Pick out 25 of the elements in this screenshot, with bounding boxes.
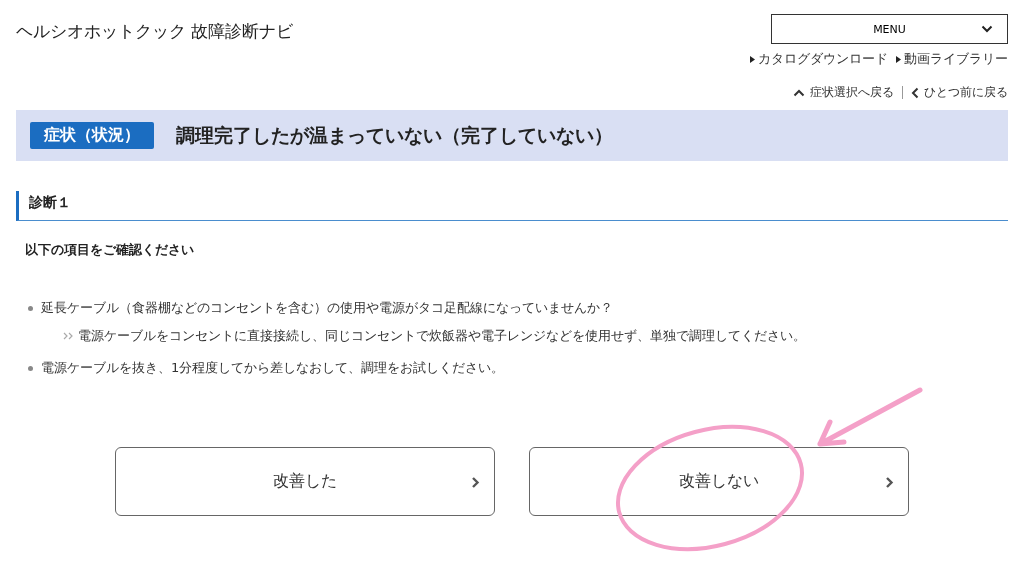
back-link[interactable]: ひとつ前に戻る [911,84,1008,101]
back-link[interactable]: 症状選択へ戻る [793,84,894,101]
chevron-up-icon [793,88,805,97]
menu-dropdown[interactable]: MENU [771,14,1008,44]
answer-button[interactable]: 改善した [115,447,495,516]
header-link[interactable]: 動画ライブラリー [896,51,1008,68]
bullet-icon [28,305,33,311]
diagnosis-heading: 診断１ [16,191,1008,221]
triangle-icon [896,56,901,63]
site-title: ヘルシオホットクック 故障診断ナビ [16,20,294,43]
check-item-text: 延長ケーブル（食器棚などのコンセントを含む）の使用や電源がタコ足配線になっていませんか？ [41,299,613,317]
triangle-icon [750,56,755,63]
chevron-left-icon [911,86,919,99]
header-link[interactable]: カタログダウンロード [750,51,888,68]
check-item-text: 電源ケーブルを抜き、1分程度してから差しなおして、調理をお試しください。 [41,359,505,377]
symptom-badge: 症状（状況） [30,122,154,149]
chevron-down-icon [981,25,993,33]
double-chevron-icon [63,332,75,340]
note-text: 電源ケーブルをコンセントに直接接続し、同じコンセントで炊飯器や電子レンジなどを使用せず、単独で調理してください。 [78,327,806,345]
answer-button[interactable]: 改善しない [529,447,909,516]
bullet-icon [28,365,33,371]
instruction-text: 以下の項目をご確認ください [25,241,195,259]
chevron-right-icon [885,476,894,489]
chevron-right-icon [471,476,480,489]
symptom-text: 調理完了したが温まっていない（完了していない） [176,122,613,148]
